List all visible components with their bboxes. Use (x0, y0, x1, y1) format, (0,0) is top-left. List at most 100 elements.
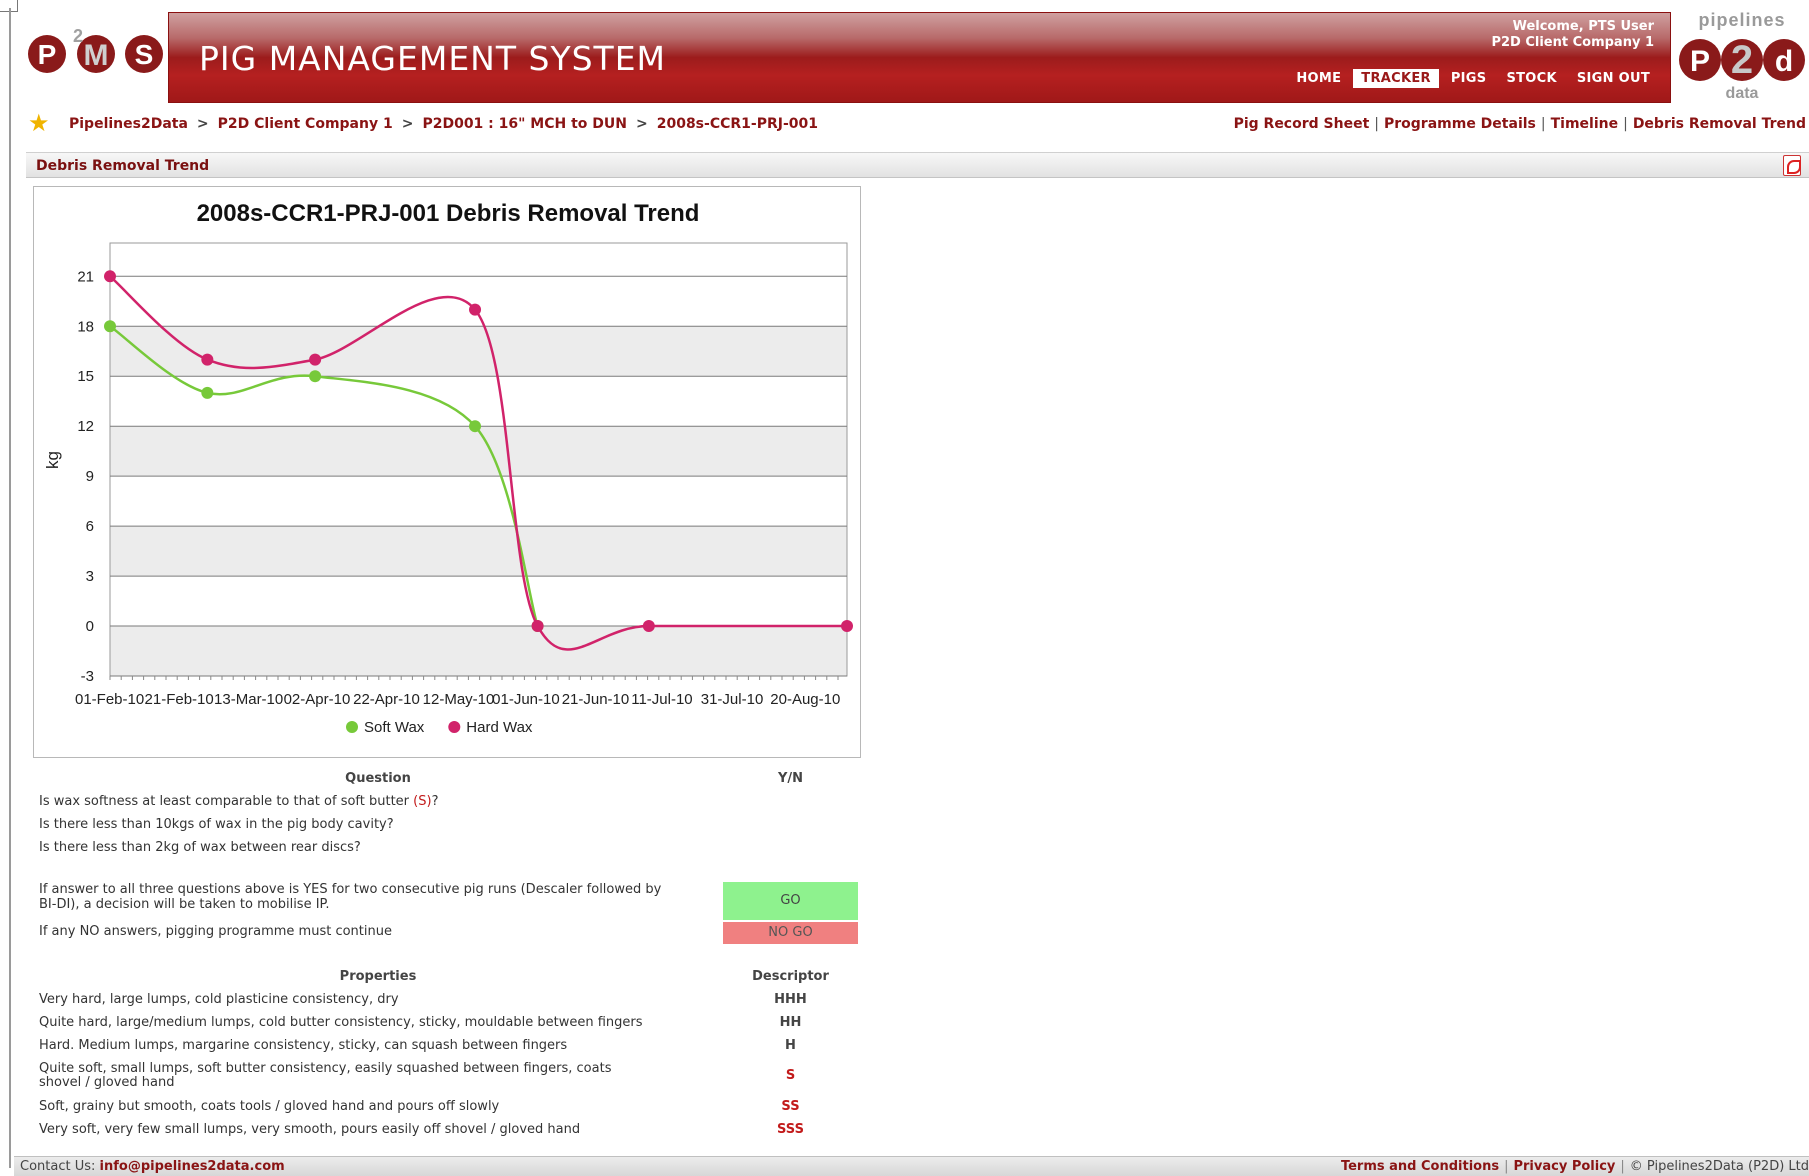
descriptor-code: H (785, 1038, 796, 1053)
x-tick-label: 21-Feb-10 (145, 691, 214, 708)
nav-tracker[interactable]: TRACKER (1353, 69, 1439, 88)
yn-header: Y/N (777, 771, 804, 786)
welcome-user: Welcome, PTS User (1512, 19, 1654, 34)
logo-letter-p: P (38, 39, 57, 70)
logo-data-text: data (1726, 85, 1759, 102)
breadcrumb-project[interactable]: 2008s-CCR1-PRJ-001 (657, 116, 818, 132)
breadcrumb-client[interactable]: P2D Client Company 1 (218, 116, 393, 132)
terms-link[interactable]: Terms and Conditions (1341, 1159, 1499, 1174)
link-pig-record-sheet[interactable]: Pig Record Sheet (1234, 116, 1370, 132)
y-tick-label: 6 (86, 518, 94, 535)
footer: Contact Us: info@pipelines2data.com Term… (14, 1156, 1809, 1176)
privacy-link[interactable]: Privacy Policy (1513, 1159, 1615, 1174)
nav-pigs[interactable]: PIGS (1443, 69, 1495, 88)
properties-header: Properties (339, 969, 417, 984)
x-tick-label: 11-Jul-10 (631, 691, 692, 708)
footer-links: Terms and Conditions | Privacy Policy | © Pi… (1340, 1159, 1809, 1174)
app-title: PIG MANAGEMENT SYSTEM (199, 39, 667, 78)
x-tick-label: 22-Apr-10 (353, 691, 420, 708)
soft-wax-legend-label: Soft Wax (364, 719, 425, 736)
y-tick-label: 18 (77, 318, 94, 335)
breadcrumb: Pipelines2Data > P2D Client Company 1 > P2D0… (69, 116, 818, 132)
y-tick-label: 12 (77, 418, 94, 435)
nav-home[interactable]: HOME (1288, 69, 1349, 88)
page-links: Pig Record Sheet | Programme Details | Timel… (1233, 116, 1806, 132)
y-tick-label: -3 (81, 668, 94, 685)
hard-wax-legend-label: Hard Wax (466, 719, 533, 736)
link-debris-removal-trend[interactable]: Debris Removal Trend (1633, 116, 1806, 132)
pms-logo: P M 2 S (28, 26, 163, 73)
go-rule-line1: If answer to all three questions above i… (39, 882, 662, 897)
y-axis-label: kg (43, 451, 62, 469)
descriptor-code: SSS (777, 1122, 804, 1137)
svg-text:P: P (1690, 45, 1710, 78)
nogo-rule-text: If any NO answers, pigging programme mus… (39, 924, 392, 939)
x-tick-label: 12-May-10 (423, 691, 495, 708)
logo-letter-m: M (84, 39, 109, 72)
hard-wax-point (469, 303, 482, 316)
chart-title: 2008s-CCR1-PRJ-001 Debris Removal Trend (197, 200, 700, 227)
x-tick-label: 20-Aug-10 (770, 691, 840, 708)
welcome-company: P2D Client Company 1 (1491, 35, 1654, 50)
question-header: Question (345, 771, 411, 786)
section-header: Debris Removal Trend (26, 152, 1809, 178)
hard-wax-point (309, 353, 322, 366)
contact: Contact Us: info@pipelines2data.com (20, 1159, 285, 1174)
hard-wax-point (642, 620, 655, 633)
hard-wax-point (841, 620, 853, 633)
chart-svg: 2008s-CCR1-PRJ-001 Debris Removal Trend -… (43, 200, 853, 736)
descriptor-code: SS (781, 1099, 800, 1114)
x-tick-label: 02-Apr-10 (284, 691, 351, 708)
y-tick-label: 9 (86, 468, 94, 485)
pdf-export-icon[interactable] (1783, 155, 1801, 176)
nav-sign-out[interactable]: SIGN OUT (1569, 69, 1658, 88)
descriptor-code: HH (779, 1015, 802, 1030)
pipelines2data-logo: pipelines P 2 d data (1679, 10, 1805, 102)
grid-band (110, 426, 847, 477)
contact-email-link[interactable]: info@pipelines2data.com (100, 1159, 285, 1174)
hard-wax-point (531, 620, 544, 633)
descriptor-code: S (785, 1068, 796, 1083)
hard-wax-point (201, 353, 214, 366)
header-banner: PIG MANAGEMENT SYSTEM Welcome, PTS User … (168, 12, 1671, 103)
soft-wax-point (201, 386, 214, 399)
breadcrumb-pipeline[interactable]: P2D001 : 16" MCH to DUN (422, 116, 627, 132)
link-programme-details[interactable]: Programme Details (1384, 116, 1536, 132)
descriptor-code: HHH (774, 992, 807, 1007)
svg-text:d: d (1775, 45, 1793, 78)
nogo-indicator: NO GO (723, 922, 858, 944)
welcome-block: Welcome, PTS User P2D Client Company 1 (1491, 19, 1654, 51)
favourite-star-icon[interactable]: ★ (28, 110, 50, 136)
section-title: Debris Removal Trend (36, 158, 210, 174)
link-timeline[interactable]: Timeline (1551, 116, 1619, 132)
grid-band (110, 326, 847, 377)
copyright: © Pipelines2Data (P2D) Ltd (1629, 1159, 1809, 1174)
top-nav: HOME TRACKER PIGS STOCK SIGN OUT (1288, 69, 1658, 88)
x-tick-label: 13-Mar-10 (214, 691, 283, 708)
breadcrumb-bar: ★ Pipelines2Data > P2D Client Company 1 > P2… (26, 110, 1809, 140)
hard-wax-point (104, 270, 116, 283)
question-text: Is there less than 10kgs of wax in the p… (39, 817, 394, 832)
debris-chart: 2008s-CCR1-PRJ-001 Debris Removal Trend -… (33, 186, 861, 758)
breadcrumb-pipelines2data[interactable]: Pipelines2Data (69, 116, 188, 132)
question-text: Is wax softness at least comparable to t… (39, 794, 439, 809)
x-tick-label: 31-Jul-10 (701, 691, 764, 708)
x-tick-label: 01-Feb-10 (75, 691, 144, 708)
hard-wax-legend-marker (448, 721, 461, 733)
soft-wax-legend-marker (346, 721, 358, 733)
y-tick-label: 3 (86, 568, 94, 585)
soft-wax-point (309, 370, 322, 383)
y-tick-label: 15 (77, 368, 94, 385)
nav-stock[interactable]: STOCK (1498, 69, 1564, 88)
logo-superscript: 2 (73, 26, 83, 46)
question-text: Is there less than 2kg of wax between re… (39, 840, 361, 855)
svg-text:2: 2 (1731, 38, 1753, 82)
descriptor-header: Descriptor (752, 969, 829, 984)
y-tick-label: 21 (77, 268, 94, 285)
soft-wax-point (469, 420, 482, 433)
logo-pipelines-text: pipelines (1698, 10, 1785, 30)
grid-band (110, 526, 847, 577)
grid-band (110, 626, 847, 676)
soft-wax-point (104, 320, 116, 333)
x-tick-label: 21-Jun-10 (562, 691, 630, 708)
